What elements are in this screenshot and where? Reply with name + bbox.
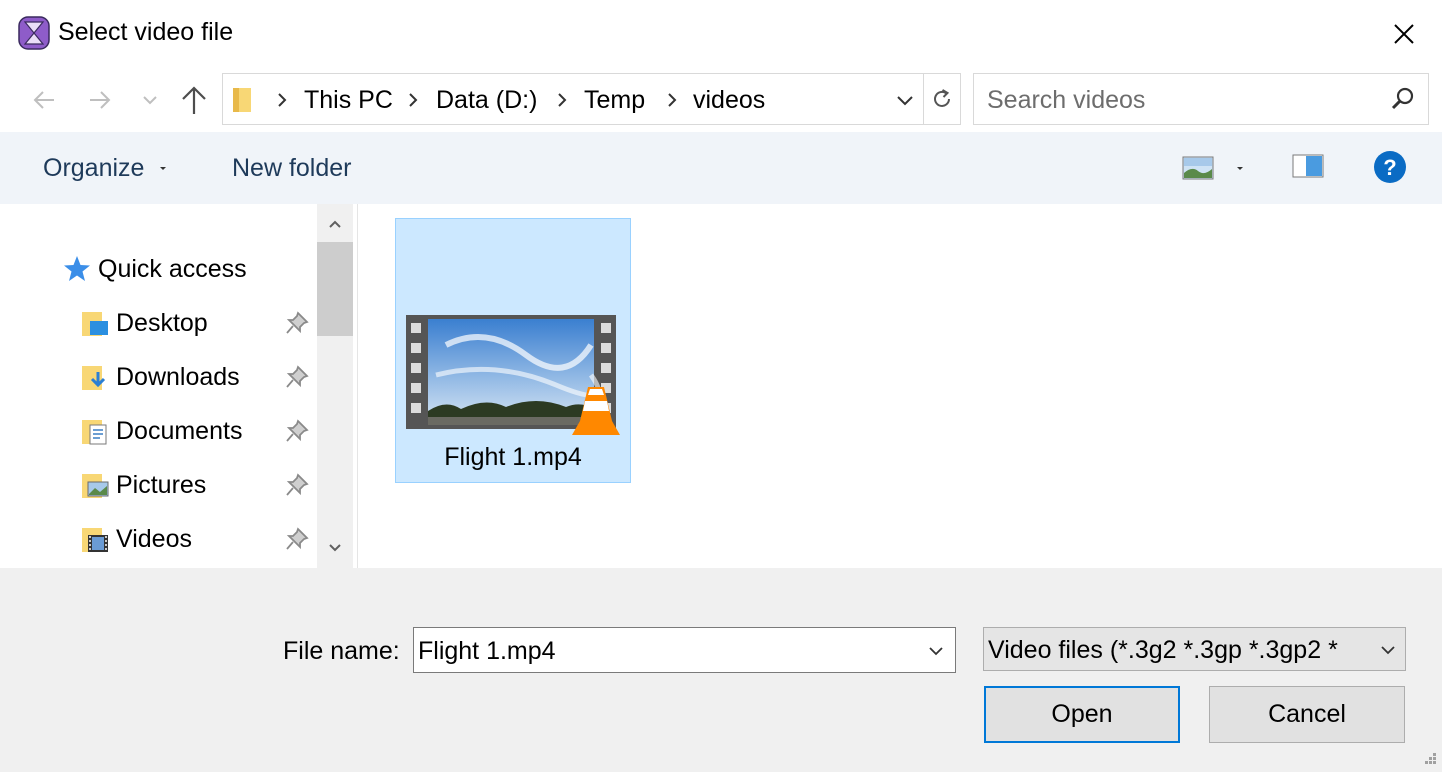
sidebar-item-label: Desktop — [116, 308, 208, 337]
back-button[interactable] — [26, 82, 62, 118]
forward-button[interactable] — [82, 82, 118, 118]
breadcrumb-temp[interactable]: Temp — [584, 86, 645, 115]
vlc-video-thumbnail-icon — [406, 315, 620, 435]
videos-folder-icon — [82, 528, 108, 552]
chevron-down-icon — [329, 544, 341, 552]
sidebar-item-label: Quick access — [98, 254, 247, 283]
sidebar-item-label: Videos — [116, 524, 192, 553]
sidebar-item-downloads[interactable]: Downloads — [80, 352, 240, 402]
sidebar-item-videos[interactable]: Videos — [80, 514, 192, 564]
chevron-down-icon — [143, 96, 157, 105]
breadcrumb-data-drive[interactable]: Data (D:) — [436, 86, 537, 115]
desktop-folder-icon — [82, 312, 108, 336]
folder-icon — [233, 88, 251, 112]
file-name-field-label: File name: — [283, 637, 400, 665]
up-arrow-icon — [182, 86, 206, 114]
caret-down-icon — [160, 167, 167, 171]
file-name-value: Flight 1.mp4 — [418, 637, 556, 665]
sidebar-item-label: Documents — [116, 416, 243, 445]
pin-icon[interactable] — [284, 310, 310, 336]
pin-icon[interactable] — [284, 418, 310, 444]
refresh-icon — [934, 89, 950, 107]
sidebar-item-quick-access[interactable]: Quick access — [62, 244, 247, 294]
pictures-folder-icon — [82, 474, 109, 498]
window-title: Select video file — [58, 18, 234, 46]
search-input[interactable]: Search videos — [973, 73, 1429, 125]
navigation-bar: This PC Data (D:) Temp videos Search vid… — [0, 68, 1442, 132]
close-button[interactable] — [1386, 16, 1422, 52]
breadcrumb-separator-icon — [668, 93, 677, 107]
pane-divider[interactable] — [357, 204, 358, 568]
scroll-down-button[interactable] — [317, 530, 353, 566]
breadcrumb-separator-icon — [558, 93, 567, 107]
sidebar-scrollbar[interactable] — [317, 204, 353, 568]
scrollbar-thumb[interactable] — [317, 242, 353, 336]
command-bar: Organize New folder ? — [0, 132, 1442, 204]
view-thumbnail-icon — [1182, 156, 1214, 180]
breadcrumb-this-pc[interactable]: This PC — [304, 86, 393, 115]
back-arrow-icon — [33, 91, 54, 109]
star-icon — [64, 256, 90, 281]
open-button[interactable]: Open — [984, 686, 1180, 743]
up-button[interactable] — [176, 82, 212, 118]
breadcrumb-separator-icon — [278, 93, 287, 107]
pin-icon[interactable] — [284, 526, 310, 552]
recent-locations-button[interactable] — [132, 82, 168, 118]
downloads-folder-icon — [82, 366, 106, 390]
file-type-value: Video files (*.3g2 *.3gp *.3gp2 * — [988, 636, 1338, 664]
chevron-down-icon[interactable] — [925, 640, 947, 662]
file-type-select[interactable]: Video files (*.3g2 *.3gp *.3gp2 * — [983, 627, 1406, 671]
address-dropdown-icon[interactable] — [895, 90, 915, 110]
breadcrumb-separator-icon — [409, 93, 418, 107]
sidebar-item-desktop[interactable]: Desktop — [80, 298, 208, 348]
close-icon — [1394, 24, 1414, 44]
help-button[interactable]: ? — [1373, 150, 1407, 184]
bottom-panel: File name: Flight 1.mp4 Video files (*.3… — [0, 568, 1442, 772]
resize-grip-icon[interactable] — [1418, 750, 1438, 770]
search-placeholder: Search videos — [987, 86, 1146, 114]
app-logo-icon — [18, 16, 50, 50]
chevron-down-icon — [1377, 639, 1399, 661]
documents-folder-icon — [82, 420, 107, 445]
file-name-label: Flight 1.mp4 — [444, 443, 582, 471]
file-dialog: Select video file This PC Data (D:) Temp… — [0, 0, 1442, 772]
cancel-button[interactable]: Cancel — [1209, 686, 1405, 743]
pin-icon[interactable] — [284, 364, 310, 390]
organize-button[interactable]: Organize — [43, 154, 169, 183]
help-icon: ? — [1374, 151, 1406, 183]
scroll-up-button[interactable] — [317, 206, 353, 242]
preview-pane-button[interactable] — [1292, 154, 1324, 182]
caret-down-icon — [1237, 167, 1243, 170]
navigation-pane: Quick access Desktop Downloads Documents… — [0, 204, 360, 568]
file-name-input[interactable]: Flight 1.mp4 — [413, 627, 956, 673]
forward-arrow-icon — [90, 91, 111, 109]
change-view-button[interactable] — [1182, 156, 1250, 184]
organize-label: Organize — [43, 154, 145, 182]
breadcrumb-videos[interactable]: videos — [693, 86, 765, 115]
sidebar-item-documents[interactable]: Documents — [80, 406, 242, 456]
title-bar: Select video file — [0, 0, 1442, 68]
new-folder-button[interactable]: New folder — [232, 154, 352, 183]
chevron-up-icon — [329, 220, 341, 228]
sidebar-item-label: Pictures — [116, 470, 207, 499]
sidebar-item-pictures[interactable]: Pictures — [80, 460, 206, 510]
svg-text:?: ? — [1383, 155, 1396, 180]
file-list: Flight 1.mp4 — [360, 204, 1442, 568]
refresh-button[interactable] — [923, 73, 961, 125]
search-icon[interactable] — [1390, 86, 1416, 112]
pin-icon[interactable] — [284, 472, 310, 498]
sidebar-item-label: Downloads — [116, 362, 240, 391]
address-bar[interactable]: This PC Data (D:) Temp videos — [222, 73, 924, 125]
preview-pane-icon — [1292, 154, 1324, 178]
file-item[interactable]: Flight 1.mp4 — [395, 218, 631, 483]
